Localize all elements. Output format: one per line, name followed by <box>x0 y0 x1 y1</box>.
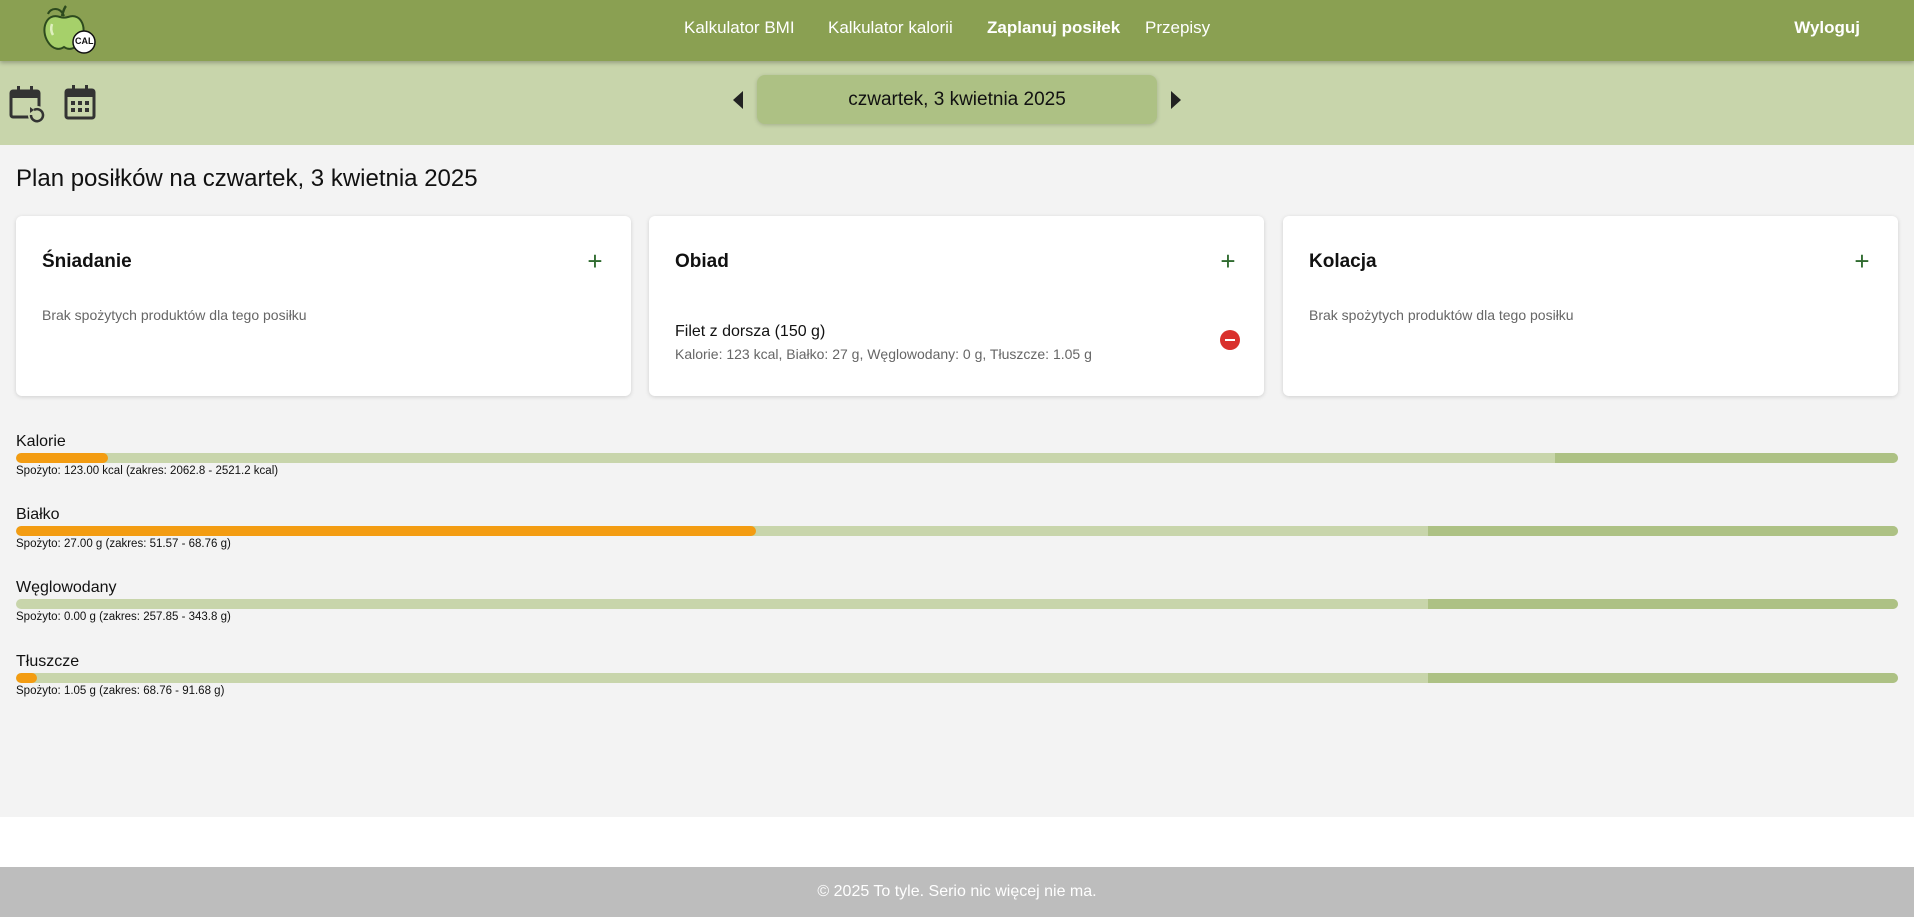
target-range <box>1427 599 1898 609</box>
nutrient-progress-bar <box>16 673 1898 683</box>
footer: © 2025 To tyle. Serio nic więcej nie ma. <box>0 867 1914 917</box>
nav-link-recipes[interactable]: Przepisy <box>1145 18 1210 38</box>
add-product-button[interactable]: + <box>585 246 605 276</box>
target-range <box>1427 526 1898 536</box>
nutrient-fat: Tłuszcze Spożyto: 1.05 g (zakres: 68.76 … <box>16 652 1898 697</box>
nutrient-label: Węglowodany <box>16 579 117 596</box>
nutrient-label: Tłuszcze <box>16 653 80 670</box>
nutrient-label: Białko <box>16 506 60 523</box>
meal-card-lunch: Obiad + Filet z dorsza (150 g) Kalorie: … <box>649 216 1264 396</box>
calendar-reset-icon[interactable] <box>9 85 47 124</box>
nutrient-summary: Spożyto: 27.00 g (zakres: 51.57 - 68.76 … <box>16 538 231 550</box>
previous-day-icon[interactable] <box>733 91 743 109</box>
top-navbar: CAL Kalkulator BMI Kalkulator kalorii Za… <box>0 0 1914 61</box>
nutrient-progress-bar <box>16 599 1898 609</box>
nutrient-progress-bar <box>16 526 1898 536</box>
empty-meal-message: Brak spożytych produktów dla tego posiłk… <box>1309 307 1574 323</box>
add-product-button[interactable]: + <box>1852 246 1872 276</box>
consumed-fill <box>16 453 109 463</box>
meal-title: Kolacja <box>1309 251 1377 272</box>
add-product-button[interactable]: + <box>1218 246 1238 276</box>
nutrient-protein: Białko Spożyto: 27.00 g (zakres: 51.57 -… <box>16 505 1898 550</box>
nutrient-calories: Kalorie Spożyto: 123.00 kcal (zakres: 20… <box>16 432 1898 477</box>
nutrient-carbs: Węglowodany Spożyto: 0.00 g (zakres: 257… <box>16 578 1898 623</box>
consumed-fill <box>16 526 756 536</box>
consumed-fill <box>16 673 37 683</box>
nutrient-progress-bar <box>16 453 1898 463</box>
next-day-icon[interactable] <box>1171 91 1181 109</box>
nutrient-label: Kalorie <box>16 433 66 450</box>
nav-link-plan-meal[interactable]: Zaplanuj posiłek <box>987 18 1120 38</box>
current-date-button[interactable]: czwartek, 3 kwietnia 2025 <box>757 75 1157 124</box>
nutrient-summary: Spożyto: 123.00 kcal (zakres: 2062.8 - 2… <box>16 465 279 477</box>
meal-card-breakfast: Śniadanie + Brak spożytych produktów dla… <box>16 216 631 396</box>
nutrient-summary: Spożyto: 1.05 g (zakres: 68.76 - 91.68 g… <box>16 685 225 697</box>
remove-item-icon[interactable] <box>1220 330 1240 350</box>
nav-link-calorie-calculator[interactable]: Kalkulator kalorii <box>828 18 953 38</box>
meal-item-nutrition: Kalorie: 123 kcal, Białko: 27 g, Węglowo… <box>675 346 1092 362</box>
page-title: Plan posiłków na czwartek, 3 kwietnia 20… <box>16 165 478 192</box>
nav-link-bmi-calculator[interactable]: Kalkulator BMI <box>684 18 795 38</box>
meal-title: Śniadanie <box>42 251 132 272</box>
empty-meal-message: Brak spożytych produktów dla tego posiłk… <box>42 307 307 323</box>
main-content: Plan posiłków na czwartek, 3 kwietnia 20… <box>0 145 1914 817</box>
meal-title: Obiad <box>675 251 729 272</box>
nutrient-summary: Spożyto: 0.00 g (zakres: 257.85 - 343.8 … <box>16 611 231 623</box>
logout-button[interactable]: Wyloguj <box>1794 18 1860 38</box>
meal-card-dinner: Kolacja + Brak spożytych produktów dla t… <box>1283 216 1898 396</box>
target-range <box>1427 673 1898 683</box>
target-range <box>1555 453 1898 463</box>
main-menu: Kalkulator BMI Kalkulator kalorii Zaplan… <box>0 0 1914 61</box>
meal-item-name: Filet z dorsza (150 g) <box>675 323 826 340</box>
calendar-icon[interactable] <box>64 85 98 121</box>
